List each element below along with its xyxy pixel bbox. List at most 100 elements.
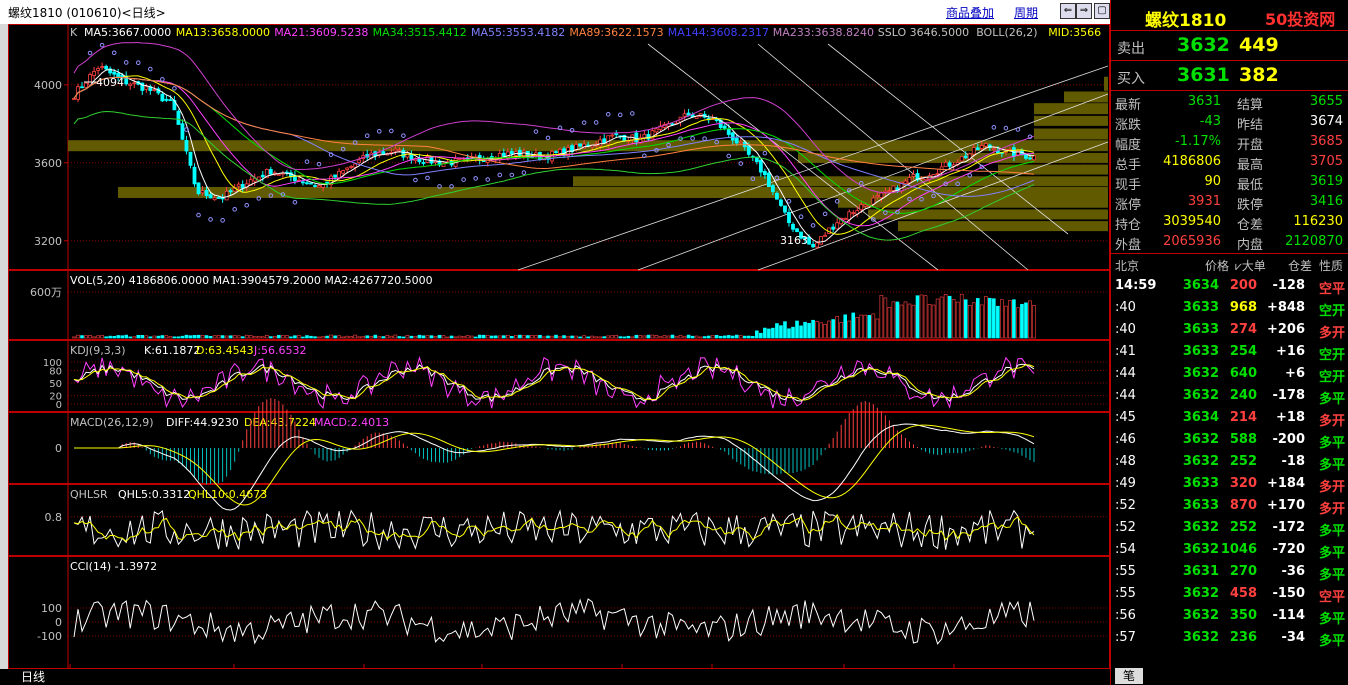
volume-bar <box>88 335 92 339</box>
sar-dot <box>413 177 418 183</box>
candle-body <box>823 234 828 237</box>
tick-cell: 多平 <box>1319 634 1346 649</box>
volume-bar <box>501 335 506 339</box>
candle-body <box>188 151 193 166</box>
candle-body <box>815 242 819 248</box>
volume-bar <box>839 322 843 339</box>
stat-value: 3619 <box>1309 174 1343 189</box>
volume-bar <box>690 335 695 339</box>
tick-cell: 240 <box>1229 388 1257 403</box>
volume-bar <box>212 335 217 339</box>
volume-bar <box>751 336 755 339</box>
next-icon[interactable]: ⇒ <box>1076 3 1092 19</box>
candle-body <box>333 174 337 178</box>
sar-dot <box>208 217 213 222</box>
candle-body <box>405 152 410 158</box>
ma-indicator-label: MA55:3553.4182 <box>471 26 565 39</box>
volume-bar <box>975 298 980 339</box>
tick-header-price: 价格 <box>1205 259 1230 273</box>
candle-body <box>92 71 96 76</box>
candle-body <box>891 185 896 191</box>
volume-bar <box>152 335 157 339</box>
sar-dot <box>292 199 298 205</box>
stat-value: 3631 <box>1187 94 1221 109</box>
candle-body <box>654 128 659 133</box>
window-icon[interactable]: ▢ <box>1094 3 1110 19</box>
volume-bar <box>875 318 880 339</box>
tick-cell: +206 <box>1266 322 1305 337</box>
volume-bar <box>787 328 791 339</box>
sar-dot <box>220 218 225 223</box>
volume-bar <box>831 319 835 339</box>
volume-bar <box>240 336 245 339</box>
tick-cell: 3632 <box>1182 586 1219 601</box>
volume-bar <box>136 334 141 339</box>
kdj-header: KDJ(9,3,3) <box>70 344 126 357</box>
candle-body <box>84 82 88 88</box>
tick-cell: 空平 <box>1319 590 1346 605</box>
candle-body <box>991 148 996 151</box>
tick-cell: +848 <box>1266 300 1305 315</box>
volume-bar <box>526 335 530 339</box>
volume-bar <box>112 335 116 339</box>
tick-cell: 3632 <box>1182 454 1219 469</box>
candle-body <box>979 145 984 149</box>
volume-bar <box>256 335 261 339</box>
volume-bar <box>566 336 570 339</box>
volume-bar <box>642 335 647 339</box>
tick-cell: -150 <box>1272 586 1305 601</box>
sar-dot <box>702 136 707 141</box>
stat-value: 3416 <box>1309 194 1343 209</box>
stat-label: 内盘 <box>1237 238 1264 253</box>
candle-body <box>714 119 719 122</box>
candle-body <box>268 169 273 175</box>
candle-body <box>152 89 157 91</box>
sar-dot <box>726 153 732 159</box>
candle-body <box>614 133 619 136</box>
tick-header-place: 北京 <box>1115 259 1140 273</box>
stat-label: 仓差 <box>1237 218 1264 233</box>
tick-cell: 空开 <box>1319 348 1346 363</box>
stat-label: 开盘 <box>1237 138 1264 153</box>
ma-indicator-label: BOLL(26,2) <box>976 26 1037 39</box>
sar-dot <box>630 111 635 116</box>
candle-body <box>1028 157 1032 160</box>
sar-dot <box>99 42 105 48</box>
candle-body <box>353 163 358 168</box>
volume-bar <box>847 320 852 339</box>
tick-cell: :48 <box>1115 454 1136 469</box>
x-axis-period-label: 日线 <box>0 669 66 685</box>
candle-body <box>911 174 916 177</box>
candle-body <box>236 183 241 187</box>
overlay-link[interactable]: 商品叠加 <box>946 4 994 21</box>
volume-bar <box>84 335 88 339</box>
vol-ytick-label: 600万 <box>30 286 62 299</box>
candle-body <box>128 83 133 86</box>
candle-body <box>100 66 105 68</box>
candle-body <box>634 132 639 143</box>
prev-icon[interactable]: ⇐ <box>1060 3 1076 19</box>
sar-dot <box>244 202 250 208</box>
volume-bar <box>273 335 277 339</box>
volume-bar <box>224 335 229 339</box>
volume-bar <box>819 322 823 339</box>
period-link[interactable]: 周期 <box>1014 4 1038 21</box>
tab-ticks[interactable]: 笔 <box>1115 668 1143 684</box>
tick-cell: 270 <box>1229 564 1257 579</box>
tick-cell: 3632 <box>1182 542 1219 557</box>
tick-cell: 多开 <box>1319 414 1346 429</box>
sar-dot <box>364 133 370 139</box>
low-annotation: 3163 <box>780 234 808 247</box>
volume-bar <box>100 334 104 339</box>
volume-bar <box>433 336 438 339</box>
volume-bar <box>232 335 237 339</box>
volume-bar <box>313 336 317 339</box>
stat-value: 3655 <box>1309 94 1343 109</box>
volume-bar <box>289 336 293 339</box>
volume-bar <box>618 336 623 339</box>
candle-body <box>831 226 836 230</box>
candle-body <box>401 149 406 158</box>
candle-body <box>393 148 398 152</box>
tick-cell: -720 <box>1272 542 1305 557</box>
candle-body <box>509 151 514 154</box>
